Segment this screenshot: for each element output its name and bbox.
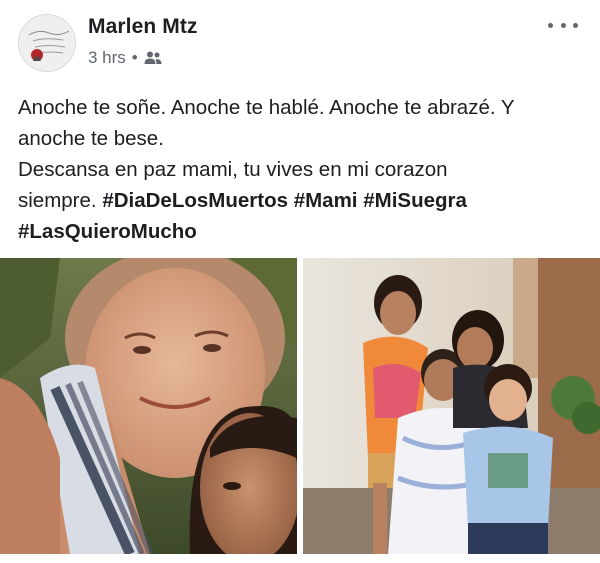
hashtag-link[interactable]: #DiaDeLosMuertos (102, 189, 288, 212)
post-header: Marlen Mtz 3 hrs • (0, 0, 600, 80)
friends-icon[interactable] (144, 50, 162, 66)
more-options-icon[interactable] (548, 16, 578, 34)
hashtag-link[interactable]: #Mami (294, 189, 358, 212)
author-name[interactable]: Marlen Mtz (88, 15, 198, 39)
post-text-line: Anoche te soñe. Anoche te hablé. Anoche … (18, 96, 515, 119)
post-text-line: Descansa en paz mami, tu vives en mi cor… (18, 158, 448, 181)
post-text-line: siempre. #DiaDeLosMuertos #Mami #MiSuegr… (18, 189, 467, 212)
meta-separator: • (131, 48, 138, 67)
post-meta: 3 hrs • (88, 47, 162, 69)
post-text: Anoche te soñe. Anoche te hablé. Anoche … (18, 92, 588, 247)
hashtag-link[interactable]: #LasQuieroMucho (18, 220, 197, 243)
photo-selfie-two-women[interactable] (0, 258, 297, 554)
post-text-line: #LasQuieroMucho (18, 216, 588, 247)
author-avatar[interactable] (18, 14, 76, 72)
post-time[interactable]: 3 hrs (88, 48, 126, 68)
photo-family-group[interactable] (303, 258, 600, 554)
post-text-line: anoche te bese. (18, 127, 164, 150)
hashtag-link[interactable]: #MiSuegra (363, 189, 467, 212)
